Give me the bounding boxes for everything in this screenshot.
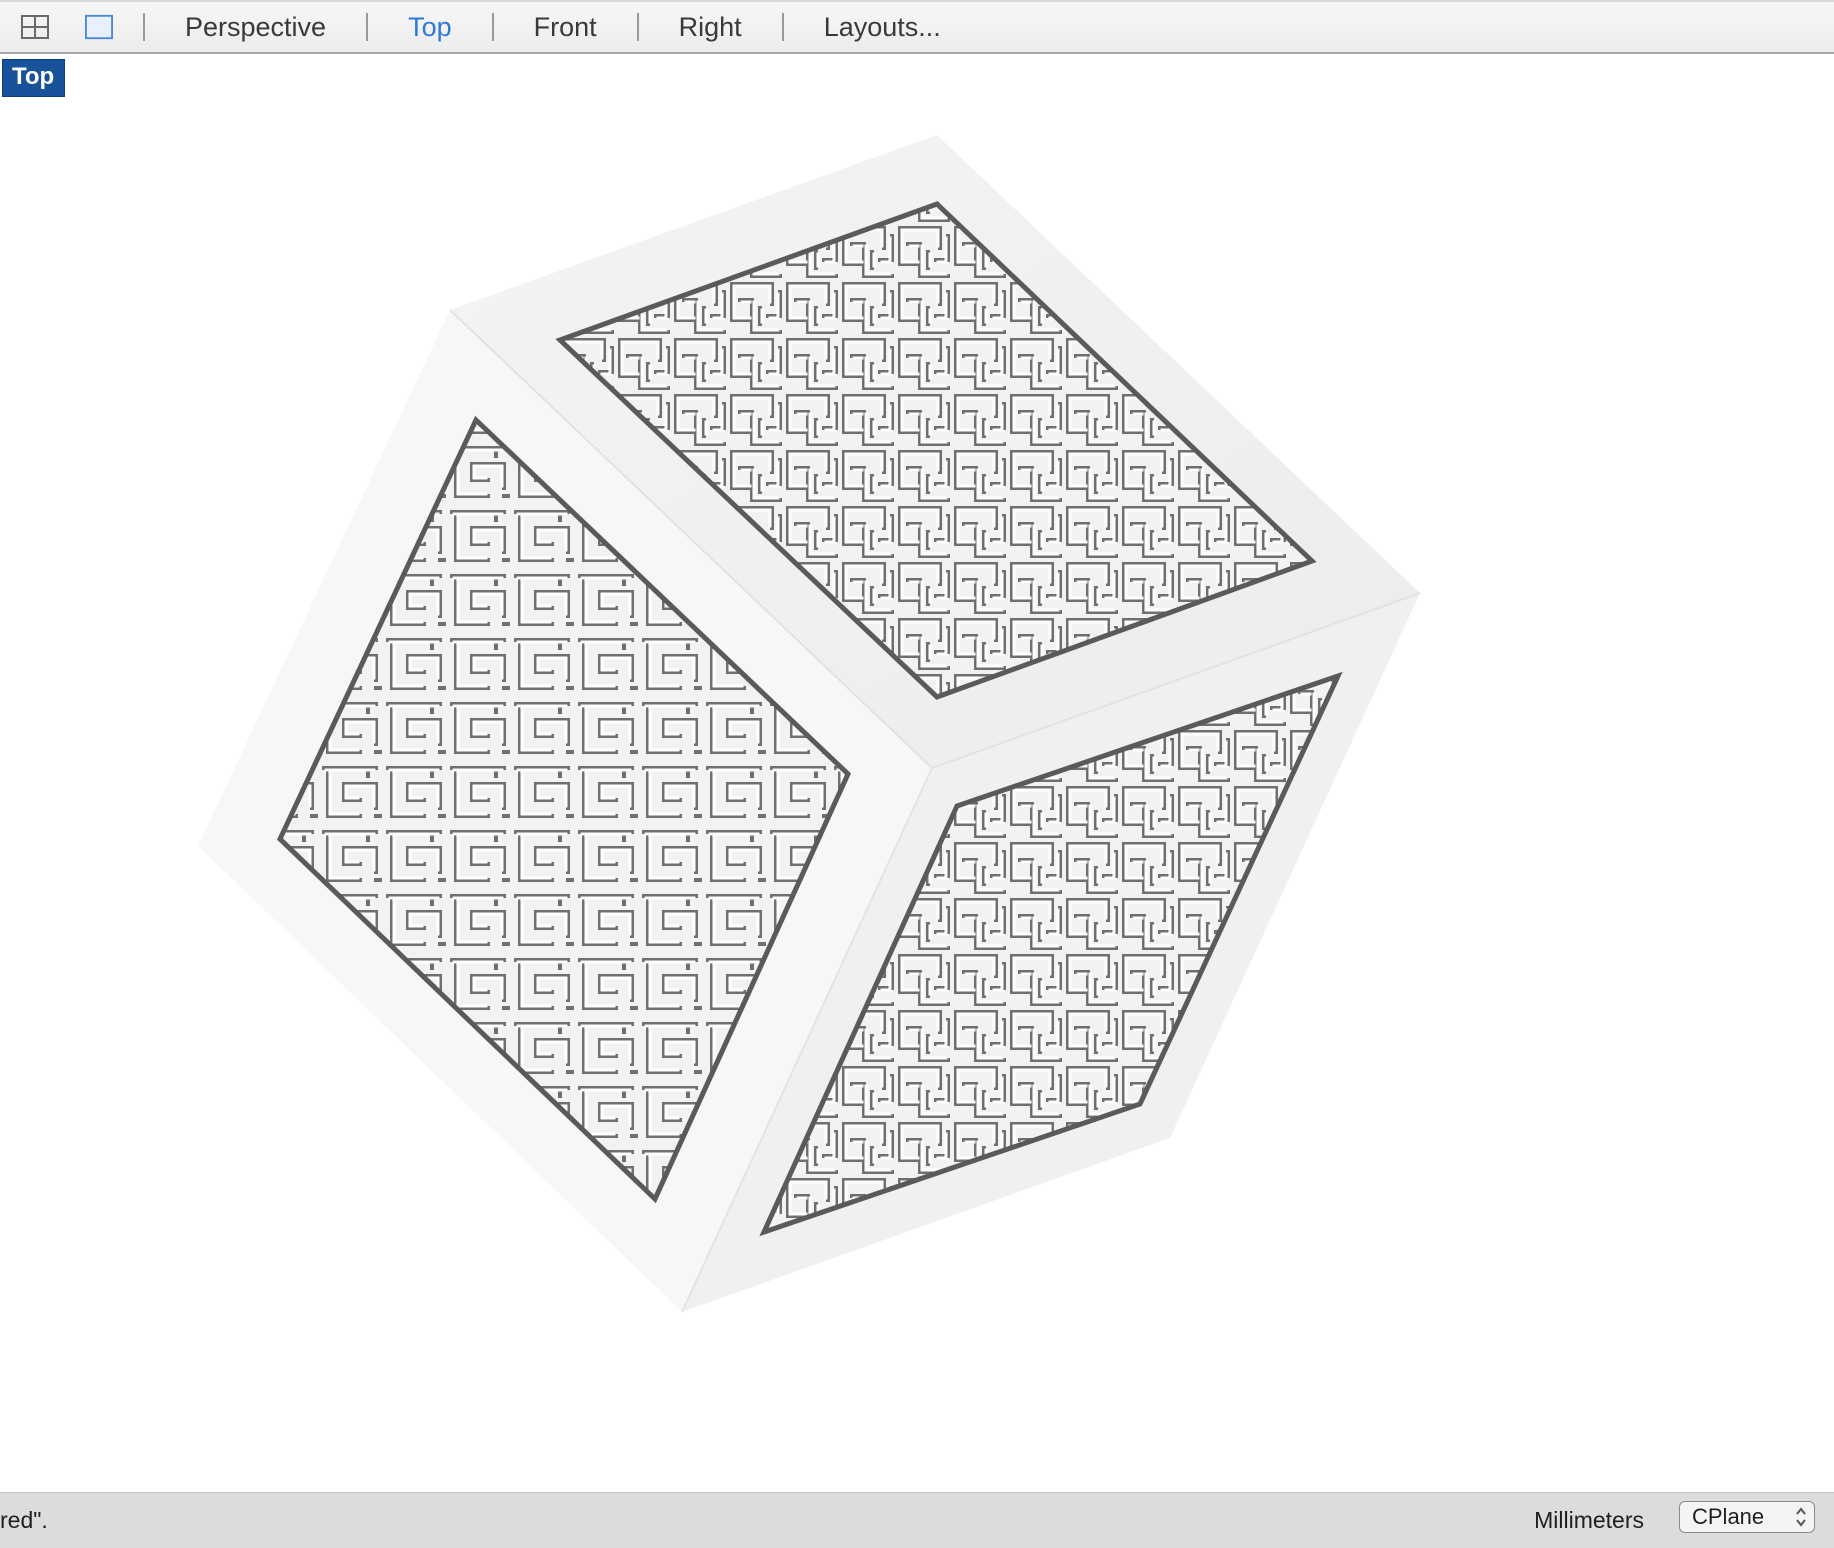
up-down-chevron-icon [1796, 1507, 1806, 1527]
single-viewport-icon[interactable] [85, 14, 113, 40]
tab-top[interactable]: Top [368, 0, 492, 54]
units-label[interactable]: Millimeters [1534, 1507, 1644, 1534]
tab-layouts[interactable]: Layouts... [784, 0, 981, 54]
tab-perspective[interactable]: Perspective [145, 0, 366, 54]
tab-right[interactable]: Right [639, 0, 782, 54]
tab-front[interactable]: Front [494, 0, 637, 54]
viewport-title[interactable]: Top [2, 59, 66, 97]
cplane-value: CPlane [1692, 1504, 1765, 1529]
status-bar: red". Millimeters CPlane [0, 1492, 1834, 1548]
cplane-select[interactable]: CPlane [1679, 1501, 1815, 1533]
viewport-toolbar: Perspective Top Front Right Layouts... [0, 0, 1834, 54]
viewport-canvas[interactable] [0, 56, 1834, 1492]
four-viewports-icon[interactable] [21, 15, 49, 39]
status-message: red". [0, 1507, 48, 1533]
